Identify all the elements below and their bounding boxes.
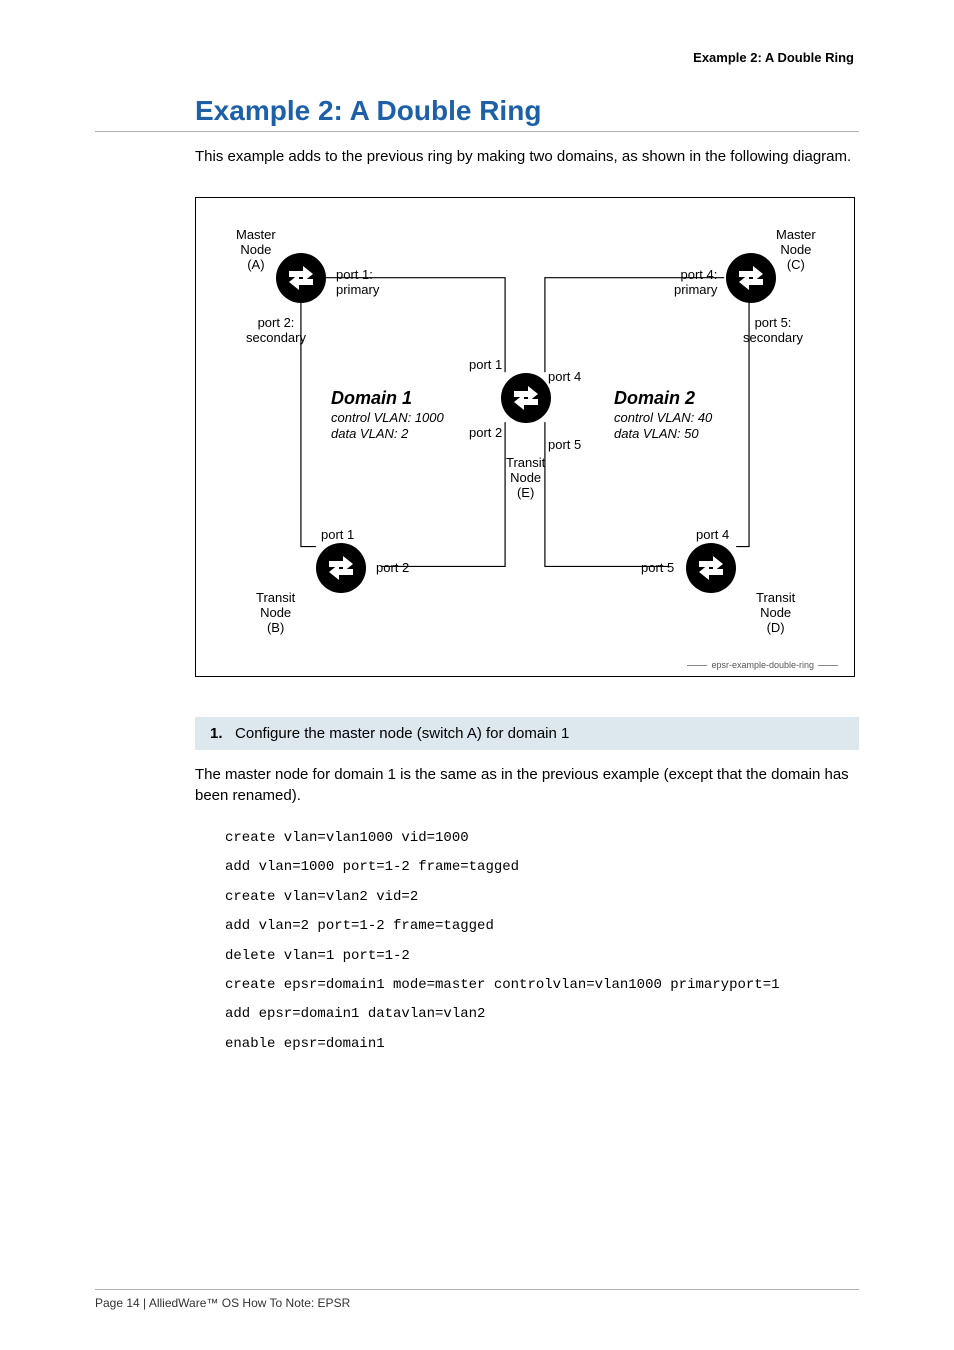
network-diagram: Master Node (A) port 1: primary port 2: … [195,197,855,677]
label-node-a: Master Node (A) [236,228,276,273]
label-node-c: Master Node (C) [776,228,816,273]
label-port-b1: port 1 [321,528,354,543]
switch-node-c [726,253,776,303]
intro-text: This example adds to the previous ring b… [95,146,859,167]
label-port-c5: port 5: secondary [743,316,803,346]
switch-icon [321,548,361,588]
label-port-b2: port 2 [376,561,409,576]
page-footer: Page 14 | AlliedWare™ OS How To Note: EP… [95,1289,859,1310]
label-node-d: Transit Node (D) [756,591,795,636]
label-port-d5: port 5 [641,561,674,576]
switch-node-d [686,543,736,593]
label-node-e: Transit Node (E) [506,456,545,501]
domain2-cvlan: control VLAN: 40 [614,410,712,425]
diagram-caption: epsr-example-double-ring [683,660,842,670]
domain1-label: Domain 1 control VLAN: 1000 data VLAN: 2 [331,388,444,441]
step-heading: 1. Configure the master node (switch A) … [195,717,859,750]
step-number: 1. [210,725,223,742]
domain2-label: Domain 2 control VLAN: 40 data VLAN: 50 [614,388,712,441]
switch-icon [281,258,321,298]
step-title: Configure the master node (switch A) for… [235,725,569,742]
label-port-c4: port 4: primary [674,268,717,298]
domain2-title: Domain 2 [614,388,695,408]
code-block: create vlan=vlan1000 vid=1000 add vlan=1… [225,824,859,1059]
switch-icon [506,378,546,418]
switch-icon [691,548,731,588]
switch-node-b [316,543,366,593]
switch-node-a [276,253,326,303]
domain1-dvlan: data VLAN: 2 [331,426,408,441]
label-port-e1: port 1 [469,358,502,373]
label-port-e5: port 5 [548,438,581,453]
section-title: Example 2: A Double Ring [95,95,859,132]
label-port-a2: port 2: secondary [246,316,306,346]
switch-icon [731,258,771,298]
label-port-d4: port 4 [696,528,729,543]
label-port-e4: port 4 [548,370,581,385]
domain1-title: Domain 1 [331,388,412,408]
switch-node-e [501,373,551,423]
label-node-b: Transit Node (B) [256,591,295,636]
domain1-cvlan: control VLAN: 1000 [331,410,444,425]
label-port-a1: port 1: primary [336,268,379,298]
label-port-e2: port 2 [469,426,502,441]
running-header: Example 2: A Double Ring [95,50,859,65]
step-description: The master node for domain 1 is the same… [195,764,859,806]
domain2-dvlan: data VLAN: 50 [614,426,699,441]
